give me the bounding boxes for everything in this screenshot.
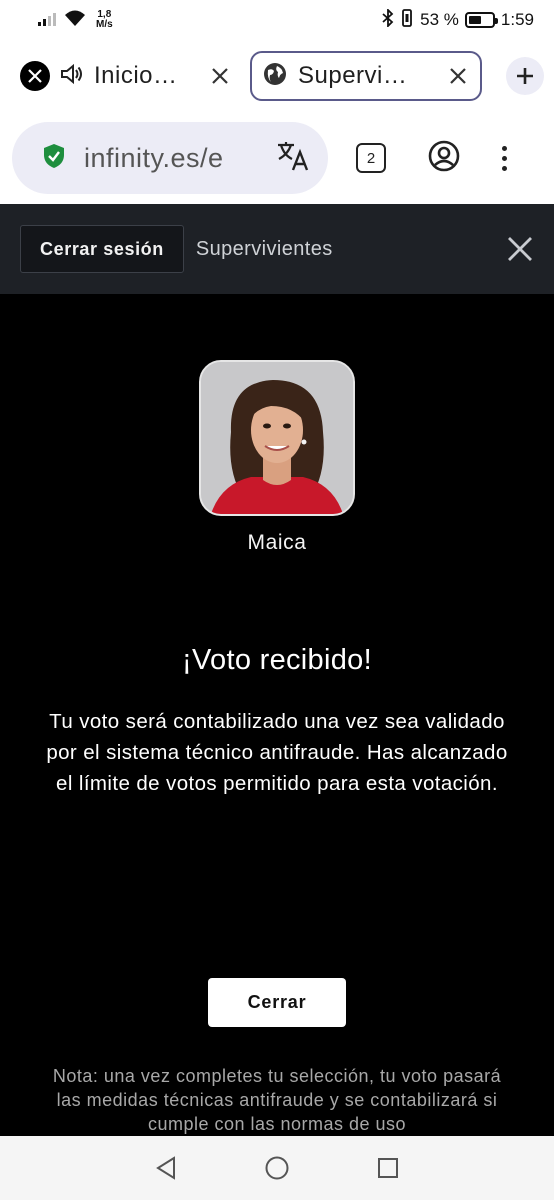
battery-icon xyxy=(464,12,498,28)
back-icon[interactable] xyxy=(152,1154,180,1182)
translate-icon[interactable] xyxy=(276,140,310,177)
battery-level xyxy=(468,16,481,24)
vibrate-icon xyxy=(400,8,414,32)
tab-inicio[interactable]: Inicio… xyxy=(10,51,242,101)
browser-toolbar: infinity.es/e 2 xyxy=(0,112,554,204)
status-bar: 1,8 M/s 53 % 1:59 xyxy=(0,0,554,40)
signal-icon xyxy=(38,10,58,31)
secure-shield-icon xyxy=(42,143,66,174)
candidate-name: Maica xyxy=(247,531,307,554)
recents-icon[interactable] xyxy=(374,1154,402,1182)
close-icon[interactable] xyxy=(506,235,534,263)
more-options-icon[interactable] xyxy=(502,145,507,171)
account-icon[interactable] xyxy=(428,140,460,177)
plus-icon xyxy=(516,60,534,92)
close-tab-icon[interactable] xyxy=(208,61,232,92)
vote-received-heading: ¡Voto recibido! xyxy=(182,644,372,676)
battery-percent: 53 % xyxy=(420,10,459,29)
logout-button[interactable]: Cerrar sesión xyxy=(20,225,184,273)
tab-supervivientes[interactable]: Supervi… xyxy=(250,51,482,101)
page-title: Supervivientes xyxy=(195,237,333,260)
system-nav-bar xyxy=(0,1136,554,1200)
new-tab-button[interactable] xyxy=(506,57,544,95)
speaker-icon xyxy=(60,63,84,90)
site-header: Cerrar sesión Supervivientes xyxy=(0,204,554,294)
home-icon[interactable] xyxy=(263,1154,291,1182)
tab-title: Supervi… xyxy=(298,62,408,89)
vote-message: Tu voto será contabilizado una vez sea v… xyxy=(46,710,508,795)
url-text: infinity.es/e xyxy=(84,142,224,173)
close-button[interactable]: Cerrar xyxy=(208,978,346,1027)
clock: 1:59 xyxy=(500,10,534,29)
close-tab-icon[interactable] xyxy=(446,61,470,92)
candidate-photo xyxy=(199,360,355,516)
wifi-icon xyxy=(64,9,86,32)
bluetooth-icon xyxy=(382,7,394,32)
tab-title: Inicio… xyxy=(94,62,178,89)
tab-count: 2 xyxy=(366,149,376,167)
network-speed: 1,8 M/s xyxy=(96,10,113,30)
tab-strip: Inicio… Supervi… xyxy=(0,40,554,112)
x-logo-icon xyxy=(20,61,50,91)
address-bar[interactable]: infinity.es/e xyxy=(12,122,328,194)
network-speed-unit: M/s xyxy=(96,19,113,30)
tab-switcher-button[interactable]: 2 xyxy=(356,143,386,173)
globe-icon xyxy=(262,61,288,92)
antifraud-note: Nota: una vez completes tu selección, tu… xyxy=(52,1066,502,1134)
vote-confirmation-panel: Maica ¡Voto recibido! Tu voto será conta… xyxy=(0,294,554,1136)
